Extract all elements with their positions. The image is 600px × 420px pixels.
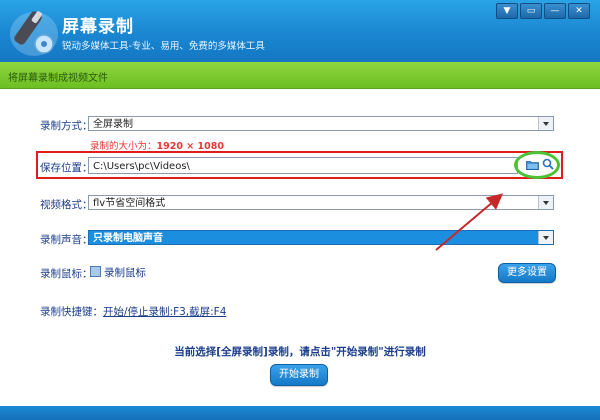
audio-label: 录制声音： bbox=[40, 234, 93, 246]
chevron-down-icon[interactable] bbox=[538, 117, 553, 130]
start-recording-button[interactable]: 开始录制 bbox=[270, 364, 328, 386]
record-mouse-checkbox[interactable] bbox=[90, 266, 101, 277]
mouse-label: 录制鼠标： bbox=[40, 268, 93, 280]
menu-dropdown-button[interactable]: ▼ bbox=[496, 3, 518, 19]
video-format-select[interactable]: flv节省空间格式 bbox=[88, 195, 554, 210]
record-size-hint: 录制的大小为：1920 × 1080 bbox=[90, 138, 224, 152]
hotkeys-label: 录制快捷键： bbox=[40, 306, 103, 318]
audio-value: 只录制电脑声音 bbox=[93, 233, 163, 244]
record-mouse-checkbox-label[interactable]: 录制鼠标 bbox=[104, 265, 146, 280]
window-controls: ▼ ▭ — ✕ bbox=[496, 3, 590, 19]
status-message: 当前选择[全屏录制]录制，请点击"开始录制"进行录制 bbox=[174, 346, 426, 358]
record-mode-value: 全屏录制 bbox=[93, 119, 133, 130]
banner-text: 将屏幕录制成视频文件 bbox=[8, 73, 108, 84]
close-button[interactable]: ✕ bbox=[568, 3, 590, 19]
chevron-down-icon[interactable] bbox=[538, 196, 553, 209]
screen-recorder-window: 屏幕录制 锐动多媒体工具-专业、易用、免费的多媒体工具 ▼ ▭ — ✕ 将屏幕录… bbox=[0, 0, 600, 420]
video-format-value: flv节省空间格式 bbox=[93, 198, 166, 209]
app-logo-icon bbox=[10, 11, 58, 56]
annotation-red-box bbox=[36, 151, 563, 179]
more-settings-button[interactable]: 更多设置 bbox=[498, 263, 556, 283]
video-format-label: 视频格式： bbox=[40, 199, 93, 211]
app-subtitle: 锐动多媒体工具-专业、易用、免费的多媒体工具 bbox=[62, 41, 265, 52]
hotkeys-link[interactable]: 开始/停止录制:F3,截屏:F4 bbox=[103, 306, 226, 318]
chevron-down-icon[interactable] bbox=[538, 231, 553, 244]
minimize-button[interactable]: — bbox=[544, 3, 566, 19]
audio-select[interactable]: 只录制电脑声音 bbox=[88, 230, 554, 245]
annotation-green-circle bbox=[514, 151, 560, 179]
bottom-bar bbox=[0, 406, 600, 420]
record-mode-select[interactable]: 全屏录制 bbox=[88, 116, 554, 131]
record-mode-label: 录制方式： bbox=[40, 120, 93, 132]
section-banner: 将屏幕录制成视频文件 bbox=[0, 62, 600, 89]
app-title: 屏幕录制 bbox=[62, 17, 134, 37]
title-bar: 屏幕录制 锐动多媒体工具-专业、易用、免费的多媒体工具 ▼ ▭ — ✕ bbox=[0, 0, 600, 62]
skin-button[interactable]: ▭ bbox=[520, 3, 542, 19]
hotkeys-row: 录制快捷键：开始/停止录制:F3,截屏:F4 bbox=[40, 304, 226, 319]
